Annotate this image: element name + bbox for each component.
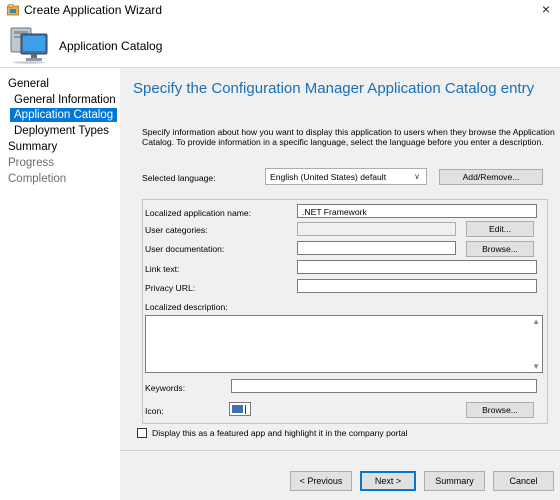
previous-button[interactable]: < Previous bbox=[290, 471, 352, 491]
language-select[interactable]: English (United States) default ∨ bbox=[265, 168, 427, 185]
title-bar: Create Application Wizard × bbox=[0, 0, 560, 20]
edit-categories-button[interactable]: Edit... bbox=[466, 221, 534, 237]
scroll-down-icon[interactable]: ▼ bbox=[532, 362, 540, 371]
application-icon-preview[interactable] bbox=[229, 402, 251, 416]
window-title: Create Application Wizard bbox=[24, 3, 163, 17]
link-text-label: Link text: bbox=[145, 264, 180, 274]
content-pane: Specify the Configuration Manager Applic… bbox=[120, 68, 560, 500]
localized-description-label: Localized description: bbox=[145, 302, 228, 312]
description-scrollbar[interactable]: ▲ ▼ bbox=[530, 316, 542, 372]
footer-divider bbox=[120, 450, 560, 451]
step-progress: Progress bbox=[8, 157, 55, 169]
step-summary[interactable]: Summary bbox=[8, 141, 57, 153]
app-icon bbox=[7, 4, 19, 16]
step-deployment-types[interactable]: Deployment Types bbox=[14, 125, 109, 137]
localized-description-textarea[interactable]: ▲ ▼ bbox=[145, 315, 543, 373]
chevron-down-icon: ∨ bbox=[414, 172, 420, 181]
header-title: Application Catalog bbox=[59, 39, 163, 53]
privacy-url-field[interactable] bbox=[297, 279, 537, 293]
cancel-button[interactable]: Cancel bbox=[493, 471, 554, 491]
computer-icon bbox=[10, 27, 48, 64]
step-application-catalog[interactable]: Application Catalog bbox=[10, 108, 118, 122]
browse-documentation-button[interactable]: Browse... bbox=[466, 241, 534, 257]
privacy-url-label: Privacy URL: bbox=[145, 283, 196, 293]
keywords-field[interactable] bbox=[231, 379, 537, 393]
close-icon[interactable]: × bbox=[542, 1, 550, 17]
summary-button[interactable]: Summary bbox=[424, 471, 485, 491]
user-categories-field bbox=[297, 222, 456, 236]
icon-label: Icon: bbox=[145, 406, 164, 416]
step-general-information[interactable]: General Information bbox=[14, 94, 116, 106]
selected-language-label: Selected language: bbox=[142, 173, 216, 183]
step-general[interactable]: General bbox=[8, 78, 49, 90]
page-description: Specify information about how you want t… bbox=[142, 127, 555, 147]
localized-name-field[interactable]: .NET Framework bbox=[297, 204, 537, 218]
page-heading: Specify the Configuration Manager Applic… bbox=[133, 80, 535, 97]
user-categories-label: User categories: bbox=[145, 225, 208, 235]
language-select-value: English (United States) default bbox=[270, 172, 387, 182]
icon-separator bbox=[245, 405, 246, 414]
featured-app-label: Display this as a featured app and highl… bbox=[152, 428, 408, 438]
add-remove-button[interactable]: Add/Remove... bbox=[439, 169, 543, 185]
browse-icon-button[interactable]: Browse... bbox=[466, 402, 534, 418]
link-text-field[interactable] bbox=[297, 260, 537, 274]
scroll-up-icon[interactable]: ▲ bbox=[532, 317, 540, 326]
featured-app-checkbox[interactable] bbox=[137, 428, 147, 438]
next-button[interactable]: Next > bbox=[360, 471, 416, 491]
keywords-label: Keywords: bbox=[145, 383, 186, 393]
localized-name-label: Localized application name: bbox=[145, 208, 252, 218]
wizard-header: Application Catalog bbox=[0, 20, 560, 68]
step-completion: Completion bbox=[8, 173, 67, 185]
user-documentation-field[interactable] bbox=[297, 241, 456, 255]
app-image-icon bbox=[232, 405, 243, 413]
user-documentation-label: User documentation: bbox=[145, 244, 225, 254]
wizard-steps: General General Information Application … bbox=[0, 68, 120, 500]
